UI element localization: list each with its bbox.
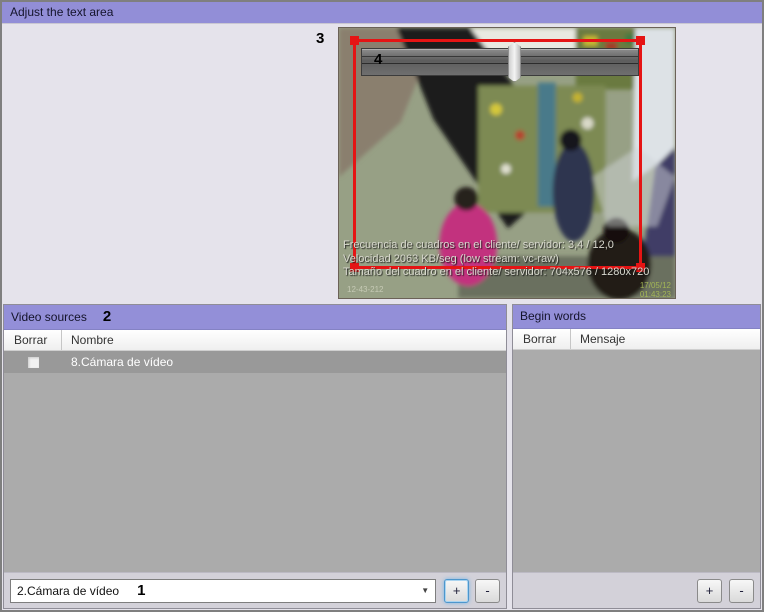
- stats-line-bitrate: Velocidad 2063 KB/seg (low stream: vc-ra…: [343, 253, 649, 267]
- remove-begin-word-button[interactable]: -: [729, 579, 754, 603]
- adjust-text-area-window: Adjust the text area 3: [0, 0, 764, 612]
- bottom-panels: Video sources 2 Borrar Nombre 8.Cámara de…: [3, 304, 761, 609]
- callout-3: 3: [316, 30, 324, 47]
- delete-checkbox[interactable]: [27, 356, 40, 369]
- begin-words-panel: Begin words Borrar Mensaje + -: [512, 304, 761, 609]
- video-sources-panel: Video sources 2 Borrar Nombre 8.Cámara de…: [3, 304, 507, 609]
- add-video-source-button[interactable]: +: [444, 579, 469, 603]
- cctv-camera-label: 12-43-212: [347, 285, 383, 294]
- video-preview[interactable]: 4 Frecuencia de cuadros en el cliente/ s…: [338, 27, 676, 299]
- column-header-mensaje: Mensaje: [571, 329, 625, 349]
- video-sources-footer: 2.Cámara de vídeo 1 ▼ + -: [4, 572, 506, 608]
- selection-handle-top-left[interactable]: [350, 36, 359, 45]
- camera-combobox[interactable]: 2.Cámara de vídeo 1 ▼: [10, 579, 436, 603]
- window-title: Adjust the text area: [2, 2, 762, 24]
- timestamp-time: 01:43:23: [640, 290, 671, 299]
- cctv-timestamp: 17/05/12 01:43:23: [640, 281, 671, 299]
- chevron-down-icon[interactable]: ▼: [415, 580, 435, 602]
- callout-2: 2: [103, 308, 111, 325]
- camera-combobox-value: 2.Cámara de vídeo: [11, 584, 119, 598]
- stream-stats-overlay: Frecuencia de cuadros en el cliente/ ser…: [343, 239, 649, 280]
- video-source-row[interactable]: 8.Cámara de vídeo: [4, 351, 506, 373]
- video-sources-list-area[interactable]: [4, 373, 506, 572]
- borrar-cell: [4, 356, 62, 369]
- stats-line-framerate: Frecuencia de cuadros en el cliente/ ser…: [343, 239, 649, 253]
- begin-words-footer: + -: [513, 572, 760, 608]
- video-sources-header: Video sources 2: [4, 305, 506, 330]
- begin-words-list-area[interactable]: [513, 350, 760, 572]
- timestamp-date: 17/05/12: [640, 281, 671, 290]
- column-header-borrar: Borrar: [513, 329, 571, 349]
- begin-words-title: Begin words: [520, 309, 586, 323]
- selection-handle-top-right[interactable]: [636, 36, 645, 45]
- begin-words-table-header: Borrar Mensaje: [513, 329, 760, 350]
- add-begin-word-button[interactable]: +: [697, 579, 722, 603]
- video-source-name: 8.Cámara de vídeo: [62, 355, 173, 369]
- video-sources-table-header: Borrar Nombre: [4, 330, 506, 351]
- text-area-selection-rect[interactable]: [353, 39, 642, 269]
- stats-line-framesize: Tamaño del cuadro en el cliente/ servido…: [343, 266, 649, 280]
- begin-words-header: Begin words: [513, 305, 760, 329]
- column-header-borrar: Borrar: [4, 330, 62, 350]
- video-sources-title: Video sources: [11, 310, 87, 324]
- remove-video-source-button[interactable]: -: [475, 579, 500, 603]
- column-header-nombre: Nombre: [62, 330, 114, 350]
- callout-1: 1: [137, 582, 145, 599]
